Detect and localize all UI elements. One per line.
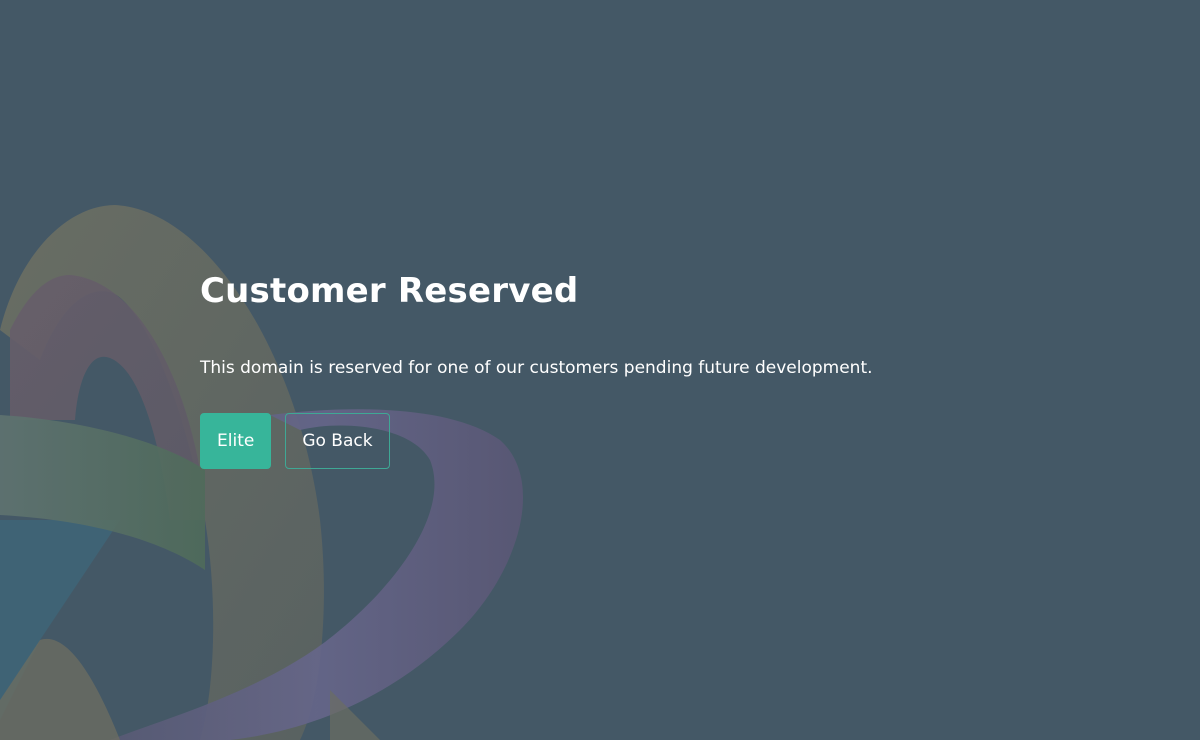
reserved-page: Customer Reserved This domain is reserve…: [0, 0, 1200, 740]
action-buttons: Elite Go Back: [200, 413, 1000, 469]
main-content: Customer Reserved This domain is reserve…: [200, 268, 1000, 469]
blue-shape: [0, 520, 120, 720]
page-title: Customer Reserved: [200, 271, 579, 311]
reserved-message: This domain is reserved for one of our c…: [200, 358, 873, 378]
green-band: [0, 415, 205, 570]
go-back-button[interactable]: Go Back: [285, 413, 390, 469]
mauve-arch: [10, 275, 205, 520]
olive-foot: [330, 690, 380, 740]
olive-leg: [0, 638, 120, 740]
elite-button[interactable]: Elite: [200, 413, 272, 469]
